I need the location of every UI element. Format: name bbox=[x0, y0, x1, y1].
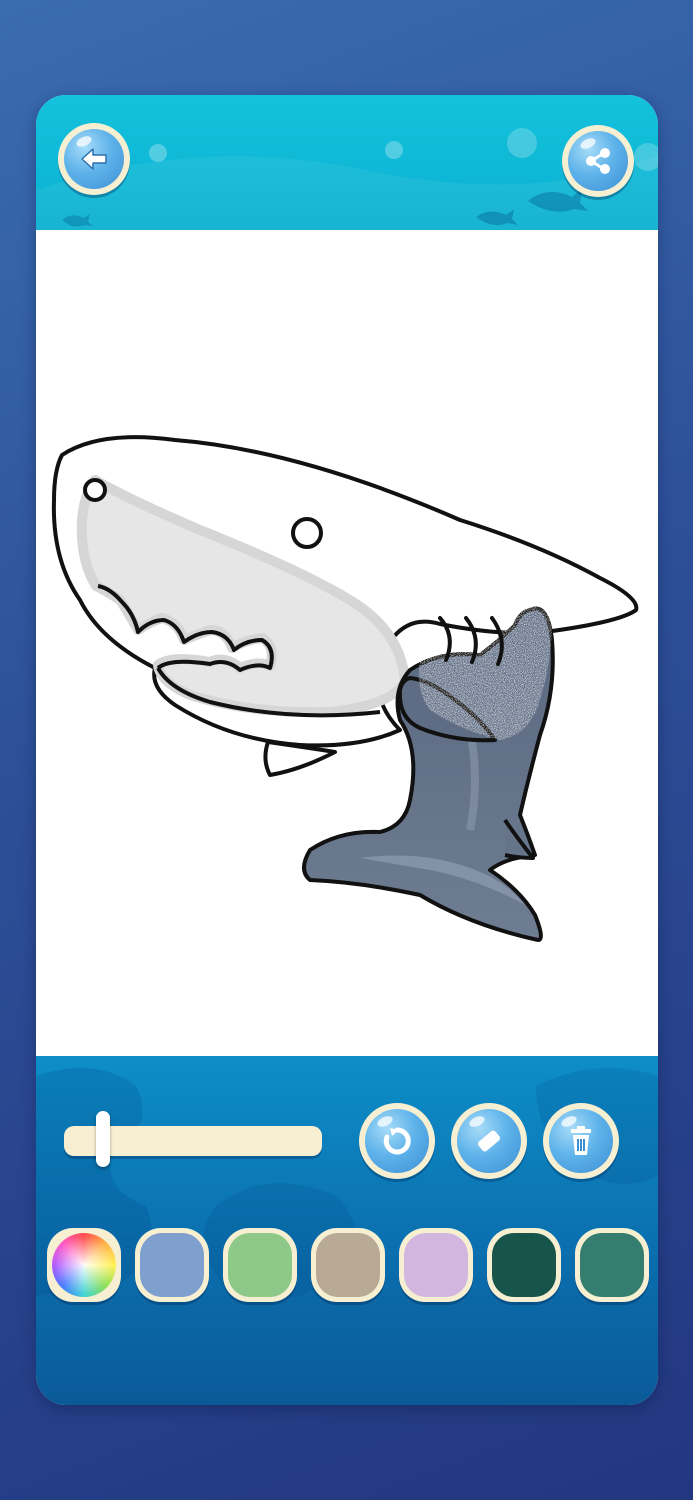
swatch-light-green[interactable] bbox=[223, 1228, 297, 1302]
swatch-taupe[interactable] bbox=[311, 1228, 385, 1302]
back-button[interactable] bbox=[58, 123, 130, 195]
swatch-dark-green[interactable] bbox=[487, 1228, 561, 1302]
undo-button[interactable] bbox=[359, 1103, 435, 1179]
color-wheel-swatch[interactable] bbox=[47, 1228, 121, 1302]
color-wheel-icon bbox=[52, 1233, 116, 1297]
drawing-canvas[interactable] bbox=[36, 230, 658, 1056]
coloring-card bbox=[36, 95, 658, 1405]
undo-icon bbox=[381, 1125, 413, 1157]
eraser-icon bbox=[473, 1125, 505, 1157]
top-bar bbox=[36, 95, 658, 230]
swatch-fill bbox=[404, 1233, 468, 1297]
shark-eye bbox=[291, 517, 323, 549]
swatch-fill bbox=[316, 1233, 380, 1297]
clear-button[interactable] bbox=[543, 1103, 619, 1179]
brush-size-slider-thumb[interactable] bbox=[95, 1111, 110, 1167]
eraser-button[interactable] bbox=[451, 1103, 527, 1179]
share-icon bbox=[583, 146, 613, 176]
swatch-teal-green[interactable] bbox=[575, 1228, 649, 1302]
shark-nostril bbox=[83, 478, 107, 502]
tool-panel bbox=[36, 1056, 658, 1405]
share-button[interactable] bbox=[562, 125, 634, 197]
swatch-periwinkle-blue[interactable] bbox=[135, 1228, 209, 1302]
swatch-lilac[interactable] bbox=[399, 1228, 473, 1302]
swatch-fill bbox=[228, 1233, 292, 1297]
swatch-fill bbox=[580, 1233, 644, 1297]
trash-icon bbox=[566, 1125, 596, 1157]
arrow-left-icon bbox=[79, 147, 109, 171]
swatch-fill bbox=[140, 1233, 204, 1297]
shark-drawing[interactable] bbox=[36, 230, 658, 1056]
swatch-fill bbox=[492, 1233, 556, 1297]
